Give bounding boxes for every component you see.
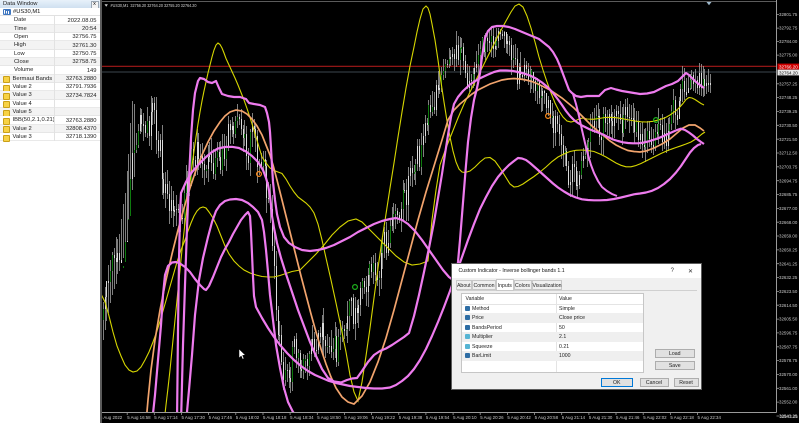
svg-text:32543.25: 32543.25 bbox=[780, 414, 799, 419]
svg-text:#US30,M1 32756.20 32764.20 32: #US30,M1 32756.20 32764.20 32755.20 3276… bbox=[111, 3, 197, 8]
svg-text:32703.75: 32703.75 bbox=[779, 164, 798, 169]
svg-text:32685.75: 32685.75 bbox=[779, 192, 798, 197]
svg-text:5 Aug 20:26: 5 Aug 20:26 bbox=[480, 415, 504, 420]
svg-text:32659.00: 32659.00 bbox=[779, 234, 798, 239]
svg-text:32605.50: 32605.50 bbox=[779, 317, 798, 322]
svg-text:5 Aug 20:42: 5 Aug 20:42 bbox=[507, 415, 531, 420]
svg-text:32739.25: 32739.25 bbox=[779, 109, 798, 114]
svg-text:32596.75: 32596.75 bbox=[779, 331, 798, 336]
svg-text:5 Aug 17:30: 5 Aug 17:30 bbox=[182, 415, 206, 420]
svg-text:32775.00: 32775.00 bbox=[779, 53, 798, 58]
svg-text:5 Aug 17:46: 5 Aug 17:46 bbox=[209, 415, 233, 420]
svg-text:5 Aug 18:50: 5 Aug 18:50 bbox=[317, 415, 341, 420]
svg-text:5 Aug 18:18: 5 Aug 18:18 bbox=[263, 415, 287, 420]
svg-text:5 Aug 19:22: 5 Aug 19:22 bbox=[372, 415, 396, 420]
svg-text:5 Aug 19:54: 5 Aug 19:54 bbox=[426, 415, 450, 420]
svg-text:32764.20: 32764.20 bbox=[779, 70, 798, 75]
svg-text:5 Aug 18:02: 5 Aug 18:02 bbox=[236, 415, 260, 420]
svg-text:32748.25: 32748.25 bbox=[779, 95, 798, 100]
svg-text:32587.75: 32587.75 bbox=[779, 344, 798, 349]
svg-text:32578.75: 32578.75 bbox=[779, 358, 798, 363]
svg-text:5 Aug 20:58: 5 Aug 20:58 bbox=[535, 415, 559, 420]
svg-text:5 Aug 22:18: 5 Aug 22:18 bbox=[670, 415, 694, 420]
svg-text:5 Aug 19:38: 5 Aug 19:38 bbox=[399, 415, 423, 420]
svg-text:32766.20: 32766.20 bbox=[779, 64, 798, 69]
svg-text:32712.50: 32712.50 bbox=[779, 151, 798, 156]
svg-text:5 Aug 18:34: 5 Aug 18:34 bbox=[290, 415, 314, 420]
svg-text:32677.00: 32677.00 bbox=[779, 206, 798, 211]
svg-text:5 Aug 22:02: 5 Aug 22:02 bbox=[643, 415, 667, 420]
svg-text:32757.25: 32757.25 bbox=[779, 81, 798, 86]
svg-text:32784.00: 32784.00 bbox=[779, 39, 798, 44]
svg-text:5 Aug 17:14: 5 Aug 17:14 bbox=[154, 415, 178, 420]
svg-text:5 Aug 16:58: 5 Aug 16:58 bbox=[127, 415, 151, 420]
svg-text:5 Aug 19:06: 5 Aug 19:06 bbox=[344, 415, 368, 420]
svg-text:32570.00: 32570.00 bbox=[779, 372, 798, 377]
svg-text:5 Aug 22:34: 5 Aug 22:34 bbox=[698, 415, 722, 420]
svg-text:5 Aug 21:46: 5 Aug 21:46 bbox=[616, 415, 640, 420]
svg-text:5 Aug 20:10: 5 Aug 20:10 bbox=[453, 415, 477, 420]
svg-text:32614.50: 32614.50 bbox=[779, 303, 798, 308]
svg-text:32650.25: 32650.25 bbox=[779, 248, 798, 253]
svg-text:32552.00: 32552.00 bbox=[779, 400, 798, 405]
svg-text:32561.00: 32561.00 bbox=[779, 386, 798, 391]
svg-text:32721.50: 32721.50 bbox=[779, 137, 798, 142]
svg-text:5 Aug 21:30: 5 Aug 21:30 bbox=[589, 415, 613, 420]
svg-text:32623.50: 32623.50 bbox=[779, 289, 798, 294]
svg-text:32730.50: 32730.50 bbox=[779, 123, 798, 128]
svg-text:32694.75: 32694.75 bbox=[779, 178, 798, 183]
svg-text:5 Aug 2022: 5 Aug 2022 bbox=[102, 415, 123, 420]
svg-text:32792.75: 32792.75 bbox=[779, 26, 798, 31]
svg-text:32632.25: 32632.25 bbox=[779, 275, 798, 280]
svg-text:32668.00: 32668.00 bbox=[779, 220, 798, 225]
svg-text:32801.75: 32801.75 bbox=[779, 12, 798, 17]
svg-text:32641.25: 32641.25 bbox=[779, 261, 798, 266]
svg-text:5 Aug 21:14: 5 Aug 21:14 bbox=[562, 415, 586, 420]
